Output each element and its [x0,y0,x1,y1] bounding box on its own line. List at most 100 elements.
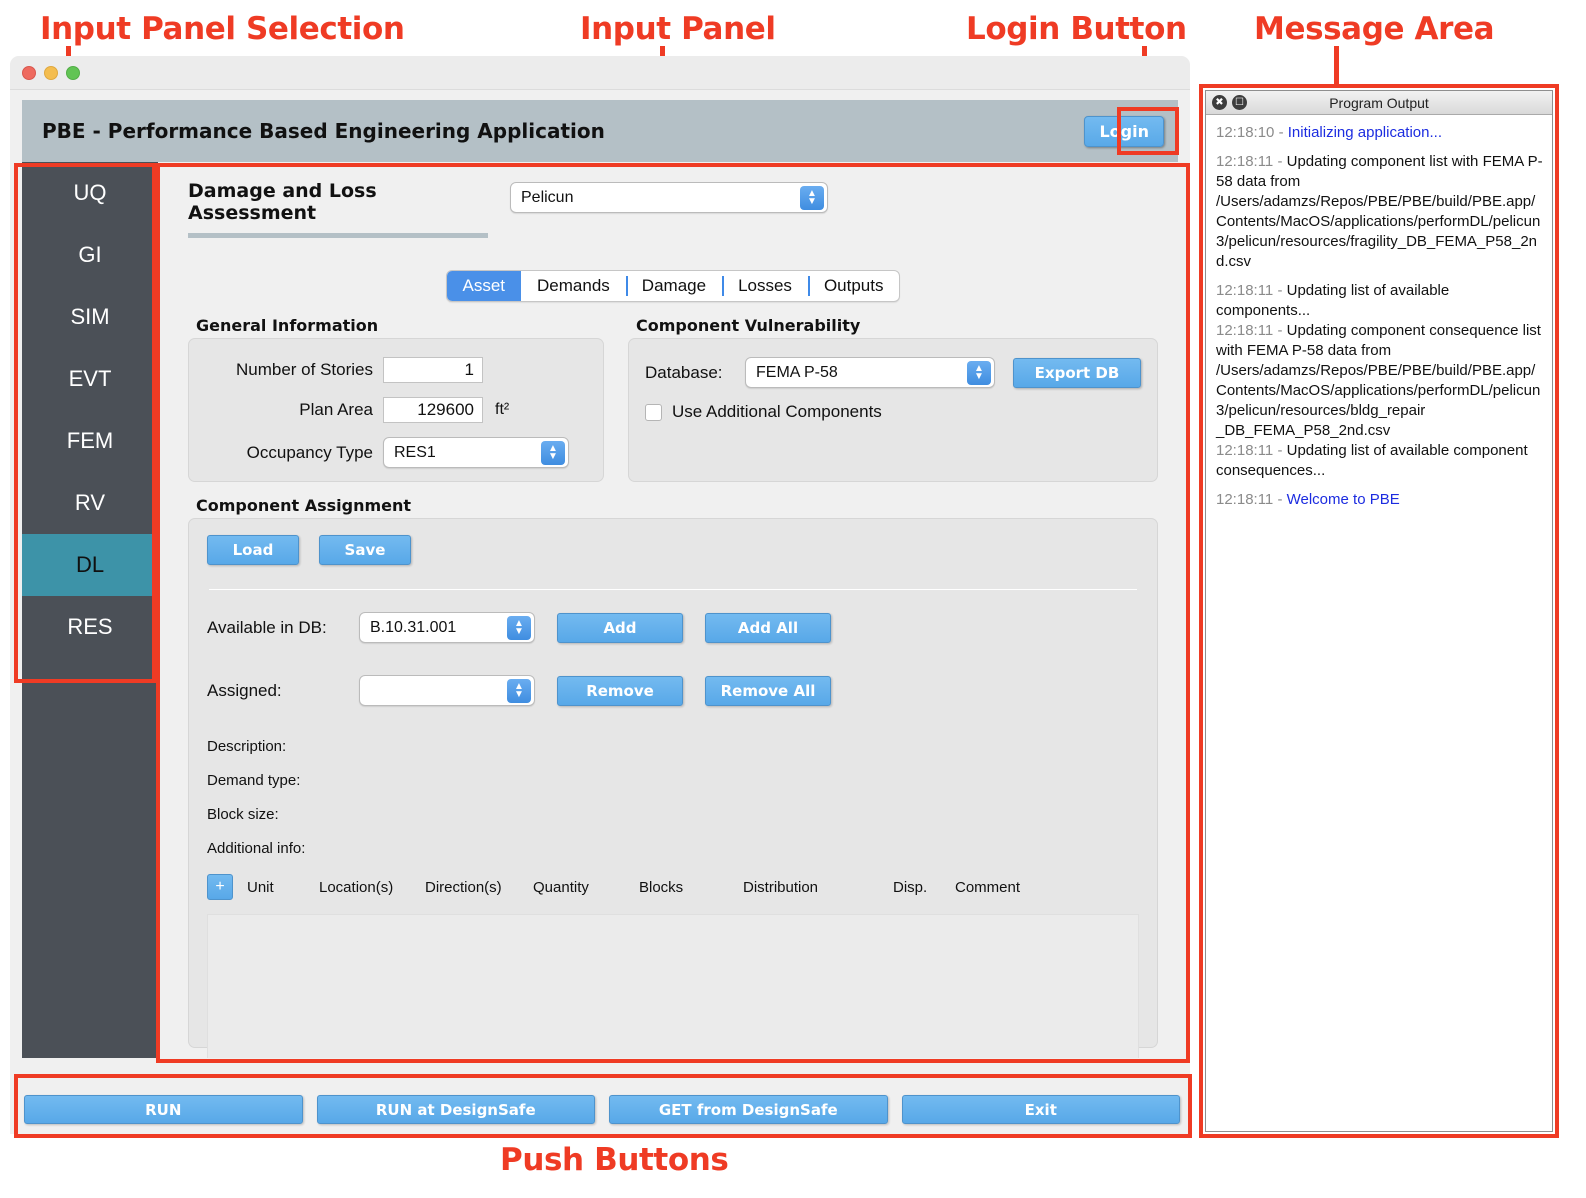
sidebar-item-label: UQ [73,180,107,205]
available-in-db-value: B.10.31.001 [370,618,457,636]
log-timestamp: 12:18:11 [1216,282,1274,299]
get-from-designsafe-button[interactable]: GET from DesignSafe [609,1095,888,1124]
number-of-stories-input[interactable]: 1 [383,357,483,383]
engine-select[interactable]: Pelicun ▲ ▼ [510,182,828,213]
annotation-input-panel-selection: Input Panel Selection [40,11,405,47]
database-label: Database: [645,362,723,382]
run-at-designsafe-button[interactable]: RUN at DesignSafe [316,1095,595,1124]
exit-button[interactable]: Exit [901,1095,1180,1124]
log-timestamp: 12:18:11 [1216,491,1274,508]
description-label: Description: [207,738,287,755]
sidebar-item-res[interactable]: RES [22,596,158,658]
log-message: 12:18:11 - Updating component consequenc… [1216,322,1541,439]
column-header-blocks: Blocks [639,878,684,896]
login-button[interactable]: Login [1084,115,1164,147]
tab-demands[interactable]: Demands [521,271,626,301]
component-table-header: + Unit Location(s) Direction(s) Quantity… [207,874,1139,900]
leader-line-message-area [1334,46,1339,88]
log-message: 12:18:11 - Updating list of available co… [1216,282,1450,319]
log-message: 12:18:11 - Updating list of available co… [1216,442,1528,479]
program-output-titlebar: ✖ ☐ Program Output [1206,91,1552,115]
sidebar-item-uq[interactable]: UQ [22,162,158,224]
available-in-db-select[interactable]: B.10.31.001 ▲ ▼ [359,612,535,643]
plan-area-unit-label: ft² [495,401,510,418]
program-output-title: Program Output [1329,94,1429,111]
section-divider [209,589,1137,590]
sidebar-item-fem[interactable]: FEM [22,410,158,472]
message-area-window: ✖ ☐ Program Output 12:18:10 - Initializi… [1205,90,1553,1132]
remove-button[interactable]: Remove [557,675,683,706]
sidebar-item-label: FEM [66,428,114,453]
sidebar-item-dl[interactable]: DL [22,534,158,596]
occupancy-type-value: RES1 [394,443,436,461]
log-message: 12:18:11 - Welcome to PBE [1216,491,1400,508]
component-table-body[interactable] [207,914,1139,1058]
database-select[interactable]: FEMA P-58 ▲ ▼ [745,357,995,388]
engine-select-value: Pelicun [521,188,574,206]
sidebar-item-gi[interactable]: GI [22,224,158,286]
assigned-row: Assigned: ▲ ▼ Remove Remove All [207,675,1139,706]
assigned-label: Assigned: [207,680,282,700]
run-button[interactable]: RUN [24,1095,303,1124]
column-header-disp: Disp. [893,878,928,896]
log-text: Updating component consequence list with… [1216,322,1541,439]
tab-asset[interactable]: Asset [446,271,522,301]
export-db-button[interactable]: Export DB [1013,357,1141,388]
use-additional-components-checkbox[interactable] [645,403,662,421]
log-message: 12:18:11 - Updating component list with … [1216,153,1543,270]
column-header-unit: Unit [247,878,274,896]
assigned-select[interactable]: ▲ ▼ [359,675,535,706]
program-output-log[interactable]: 12:18:10 - Initializing application... 1… [1206,115,1552,1131]
tab-outputs[interactable]: Outputs [807,271,900,301]
application-window: PBE - Performance Based Engineering Appl… [10,56,1190,1134]
log-timestamp: 12:18:11 [1216,153,1274,170]
minimize-window-icon[interactable] [44,65,58,80]
annotation-message-area: Message Area [1254,11,1495,47]
component-vulnerability-title: Component Vulnerability [636,316,861,335]
sidebar-item-rv[interactable]: RV [22,472,158,534]
chevron-updown-icon: ▲ ▼ [800,186,824,210]
sidebar-item-evt[interactable]: EVT [22,348,158,410]
add-button[interactable]: Add [557,612,683,643]
chevron-updown-icon: ▲ ▼ [541,441,565,465]
column-header-locations: Location(s) [319,878,394,896]
log-message: 12:18:10 - Initializing application... [1216,124,1442,141]
push-button-bar: RUN RUN at DesignSafe GET from DesignSaf… [24,1095,1180,1124]
general-information-title: General Information [196,316,379,335]
panel-title-rule [188,233,488,238]
plan-area-input[interactable]: 129600 [383,397,483,423]
column-header-directions: Direction(s) [425,878,502,896]
zoom-window-icon[interactable] [66,65,80,80]
occupancy-type-select[interactable]: RES1 ▲ ▼ [383,437,569,468]
add-row-button[interactable]: + [207,874,233,900]
occupancy-type-label: Occupancy Type [246,442,373,462]
sidebar-item-label: GI [78,242,102,267]
tab-losses[interactable]: Losses [722,271,808,301]
sidebar-item-label: EVT [68,366,112,391]
close-window-icon[interactable] [22,65,36,80]
input-panel: Damage and Loss Assessment Pelicun ▲ ▼ As… [168,162,1178,1058]
log-timestamp: 12:18:10 [1216,124,1275,141]
sidebar-item-sim[interactable]: SIM [22,286,158,348]
window-titlebar [10,56,1190,90]
log-timestamp: 12:18:11 [1216,322,1274,339]
log-text: Initializing application... [1287,124,1442,141]
save-button[interactable]: Save [319,535,411,565]
plan-area-label: Plan Area [299,400,373,419]
tab-bar: Asset Demands Damage Losses Outputs [188,270,1158,302]
general-information-group: General Information Number of Stories 1 … [188,316,604,482]
component-assignment-title: Component Assignment [196,496,412,515]
sidebar-item-label: SIM [70,304,110,329]
sidebar-item-label: RES [67,614,113,639]
log-text: Welcome to PBE [1286,491,1400,508]
log-timestamp: 12:18:11 [1216,442,1274,459]
sidebar-item-label: RV [74,490,106,515]
column-header-quantity: Quantity [533,878,589,896]
add-all-button[interactable]: Add All [705,612,831,643]
tab-damage[interactable]: Damage [625,271,722,301]
load-button[interactable]: Load [207,535,299,565]
chevron-updown-icon: ▲ ▼ [507,679,531,703]
remove-all-button[interactable]: Remove All [705,675,831,706]
page-title: PBE - Performance Based Engineering Appl… [42,119,605,143]
panel-title-block: Damage and Loss Assessment [188,180,488,238]
